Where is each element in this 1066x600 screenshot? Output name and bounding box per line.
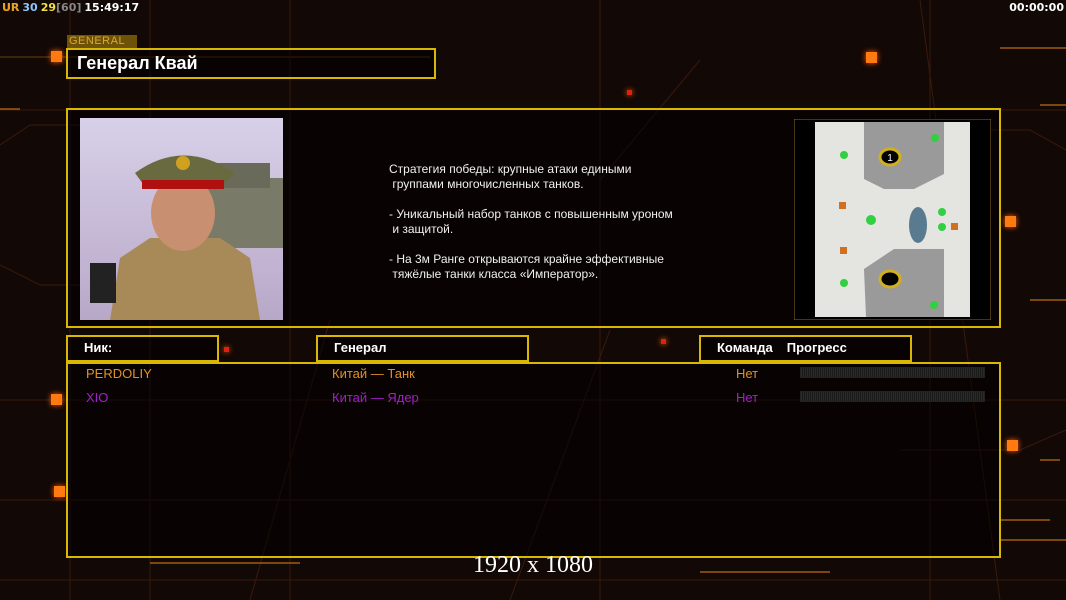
ur-label: UR: [2, 1, 20, 14]
header-team-progress: Команда Прогресс: [699, 335, 912, 362]
header-team: Команда: [717, 340, 773, 355]
decor-square: [661, 339, 666, 344]
general-portrait: [80, 118, 283, 320]
player-team[interactable]: Нет: [736, 390, 758, 405]
decor-square: [224, 347, 229, 352]
clock: 15:49:17: [84, 1, 140, 14]
fps-readout: UR 30 29[60] 15:49:17: [2, 1, 142, 14]
fps-value: 30: [22, 1, 38, 14]
general-description: Стратегия победы: крупные атаки едиными …: [389, 162, 673, 281]
decor-square: [1007, 440, 1018, 451]
general-tag: GENERAL: [67, 35, 137, 48]
player-nick: XIO: [86, 390, 109, 405]
decor-square: [51, 394, 62, 405]
decor-square: [866, 52, 877, 63]
game-timer: 00:00:00: [1009, 1, 1064, 14]
header-general: Генерал: [316, 335, 529, 362]
player-general[interactable]: Китай — Танк: [332, 366, 415, 381]
decor-square: [627, 90, 632, 95]
player-team[interactable]: Нет: [736, 366, 758, 381]
start-marker-label: 1: [887, 153, 893, 164]
decor-square: [54, 486, 65, 497]
start-position-2: [878, 269, 902, 289]
header-progress: Прогресс: [786, 340, 847, 355]
minimap: 1: [794, 119, 991, 320]
player-progress-bar: [800, 391, 985, 402]
player-general[interactable]: Китай — Ядер: [332, 390, 419, 405]
general-title: Генерал Квай: [66, 48, 436, 79]
logic-fps-value: 29: [40, 1, 57, 14]
player-nick: PERDOLIY: [86, 366, 152, 381]
header-nick: Ник:: [66, 335, 219, 362]
player-progress-bar: [800, 367, 985, 378]
resolution-label: 1920 x 1080: [473, 552, 593, 578]
decor-square: [51, 51, 62, 62]
fps-limit: [60]: [56, 1, 82, 14]
decor-square: [1005, 216, 1016, 227]
